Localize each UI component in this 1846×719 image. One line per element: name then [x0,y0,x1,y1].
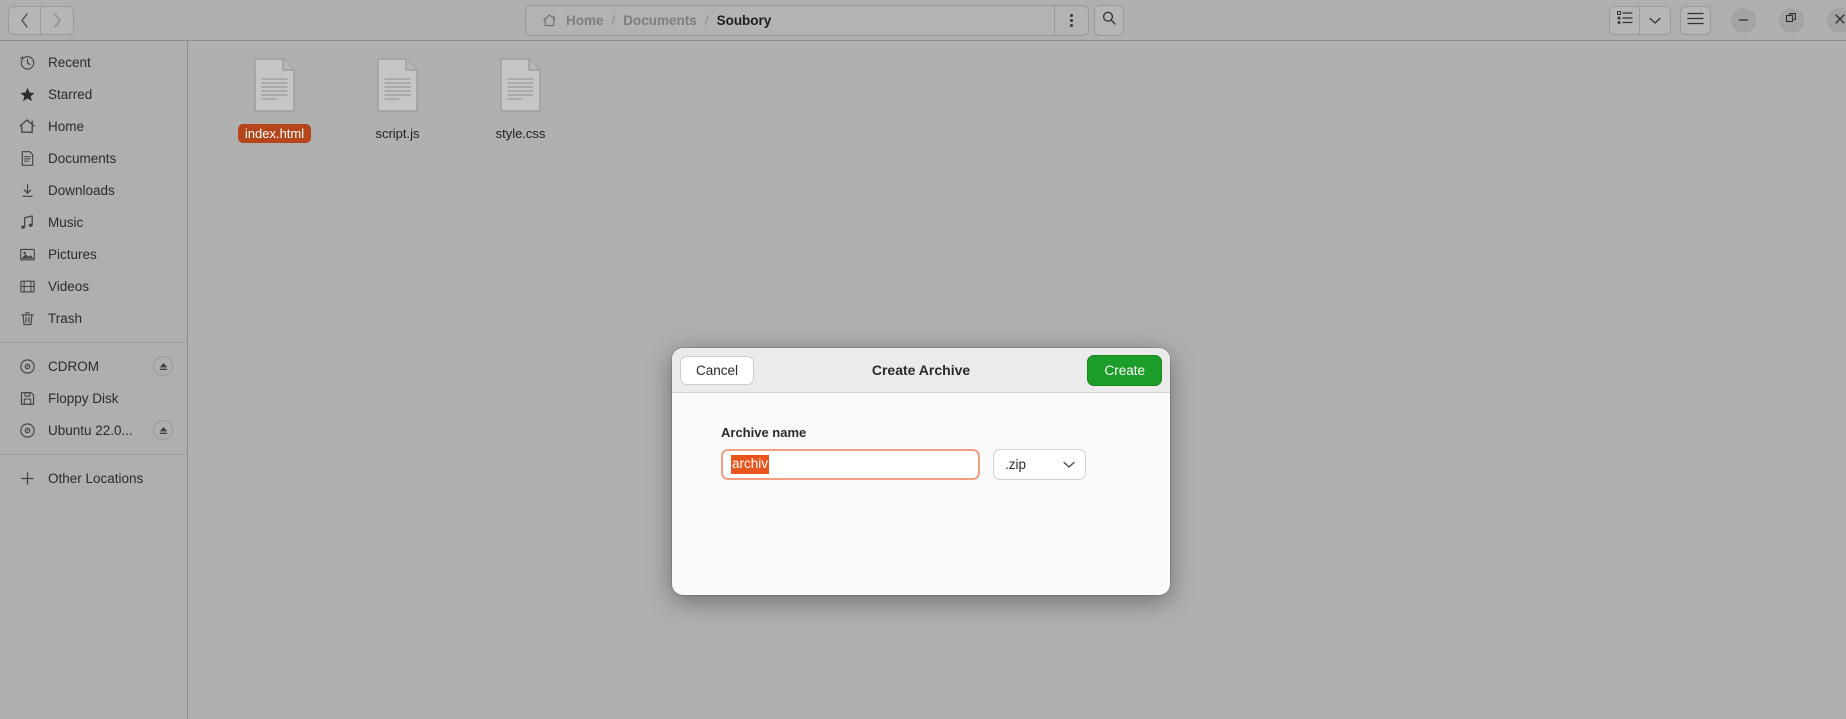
minimize-icon [1738,12,1749,30]
hamburger-menu-icon [1687,12,1704,30]
text-file-icon [498,57,543,118]
view-mode-group [1609,6,1671,35]
eject-button-cdrom[interactable] [153,356,173,376]
text-file-icon [252,57,297,118]
sidebar-item-cdrom[interactable]: CDROM [5,350,182,382]
sidebar-item-ubuntu-disc[interactable]: Ubuntu 22.0... [5,414,182,446]
dialog-header: Cancel Create Archive Create [672,348,1170,393]
sidebar-item-label: Downloads [48,182,115,198]
picture-icon [17,244,37,264]
eject-button-ubuntu[interactable] [153,420,173,440]
sidebar-item-recent[interactable]: Recent [5,46,182,78]
dialog-body: Archive name archiv .zip [672,393,1170,480]
file-item-style-css[interactable]: style.css [459,53,582,143]
sidebar-item-home[interactable]: Home [5,110,182,142]
archive-name-input[interactable]: archiv [721,449,980,480]
maximize-button[interactable] [1779,8,1804,33]
breadcrumb-separator: / [611,13,616,28]
maximize-icon [1785,12,1798,30]
sidebar-item-other-locations[interactable]: Other Locations [5,462,182,494]
archive-name-value: archiv [731,454,770,475]
sidebar-item-downloads[interactable]: Downloads [5,174,182,206]
file-manager-window: Home / Documents / Soubory Recent Starre… [0,0,1846,719]
eject-icon [159,426,167,434]
minimize-button[interactable] [1731,8,1756,33]
pathbar-menu-button[interactable] [1055,5,1089,36]
view-options-dropdown[interactable] [1640,7,1670,34]
sidebar-item-videos[interactable]: Videos [5,270,182,302]
home-icon [17,116,37,136]
breadcrumb-item-soubory[interactable]: Soubory [714,13,775,28]
music-note-icon [17,212,37,232]
clock-icon [17,52,37,72]
navigation-button-group [8,6,74,35]
sidebar-divider [0,454,187,455]
breadcrumb-item-documents[interactable]: Documents [620,13,700,28]
search-button[interactable] [1094,5,1124,36]
disc-icon [17,420,37,440]
home-icon [542,13,557,28]
sidebar-item-label: Ubuntu 22.0... [48,422,133,438]
sidebar-item-floppy-disk[interactable]: Floppy Disk [5,382,182,414]
main-menu-button[interactable] [1680,6,1711,35]
breadcrumb-item-home[interactable]: Home [563,13,607,28]
file-item-script-js[interactable]: script.js [336,53,459,143]
eject-icon [159,362,167,370]
back-button[interactable] [9,7,41,34]
file-label: style.css [495,126,546,141]
chevron-down-icon [1063,457,1075,472]
file-item-index-html[interactable]: index.html [213,53,336,143]
breadcrumb[interactable]: Home / Documents / Soubory [525,5,1055,36]
list-view-button[interactable] [1610,7,1640,34]
sidebar-item-label: Music [48,214,84,230]
sidebar-item-label: Starred [48,86,93,102]
sidebar-item-label: Other Locations [48,470,144,486]
sidebar-item-label: CDROM [48,358,99,374]
sidebar-item-pictures[interactable]: Pictures [5,238,182,270]
star-icon [17,84,37,104]
close-icon [1834,12,1846,30]
archive-extension-value: .zip [1005,457,1027,472]
film-icon [17,276,37,296]
download-icon [17,180,37,200]
more-vertical-icon [1070,14,1073,27]
breadcrumb-separator: / [704,13,709,28]
plus-icon [17,468,37,488]
archive-name-row: archiv .zip [721,449,1170,480]
sidebar-item-label: Pictures [48,246,97,262]
archive-name-label: Archive name [721,425,807,440]
file-label: script.js [375,126,420,141]
forward-icon [53,13,62,28]
sidebar-item-trash[interactable]: Trash [5,302,182,334]
document-icon [17,148,37,168]
trash-icon [17,308,37,328]
floppy-icon [17,388,37,408]
forward-button[interactable] [41,7,73,34]
file-label: index.html [237,124,312,143]
sidebar-item-label: Floppy Disk [48,390,119,406]
sidebar-item-label: Trash [48,310,83,326]
chevron-down-icon [1649,12,1661,30]
disc-icon [17,356,37,376]
sidebar: Recent Starred Home Documents Downloads [0,41,188,719]
sidebar-item-music[interactable]: Music [5,206,182,238]
archive-extension-select[interactable]: .zip [993,449,1086,480]
search-icon [1101,10,1117,31]
list-view-icon [1616,11,1633,30]
sidebar-item-documents[interactable]: Documents [5,142,182,174]
sidebar-item-label: Documents [48,150,117,166]
header-bar: Home / Documents / Soubory [0,0,1846,41]
sidebar-item-label: Recent [48,54,91,70]
create-button[interactable]: Create [1087,354,1162,386]
sidebar-divider [0,342,187,343]
back-icon [20,13,29,28]
close-button[interactable] [1827,8,1846,33]
text-file-icon [375,57,420,118]
sidebar-item-label: Videos [48,278,90,294]
sidebar-item-starred[interactable]: Starred [5,78,182,110]
sidebar-item-label: Home [48,118,85,134]
create-archive-dialog: Cancel Create Archive Create Archive nam… [672,348,1170,595]
cancel-button[interactable]: Cancel [680,355,755,385]
